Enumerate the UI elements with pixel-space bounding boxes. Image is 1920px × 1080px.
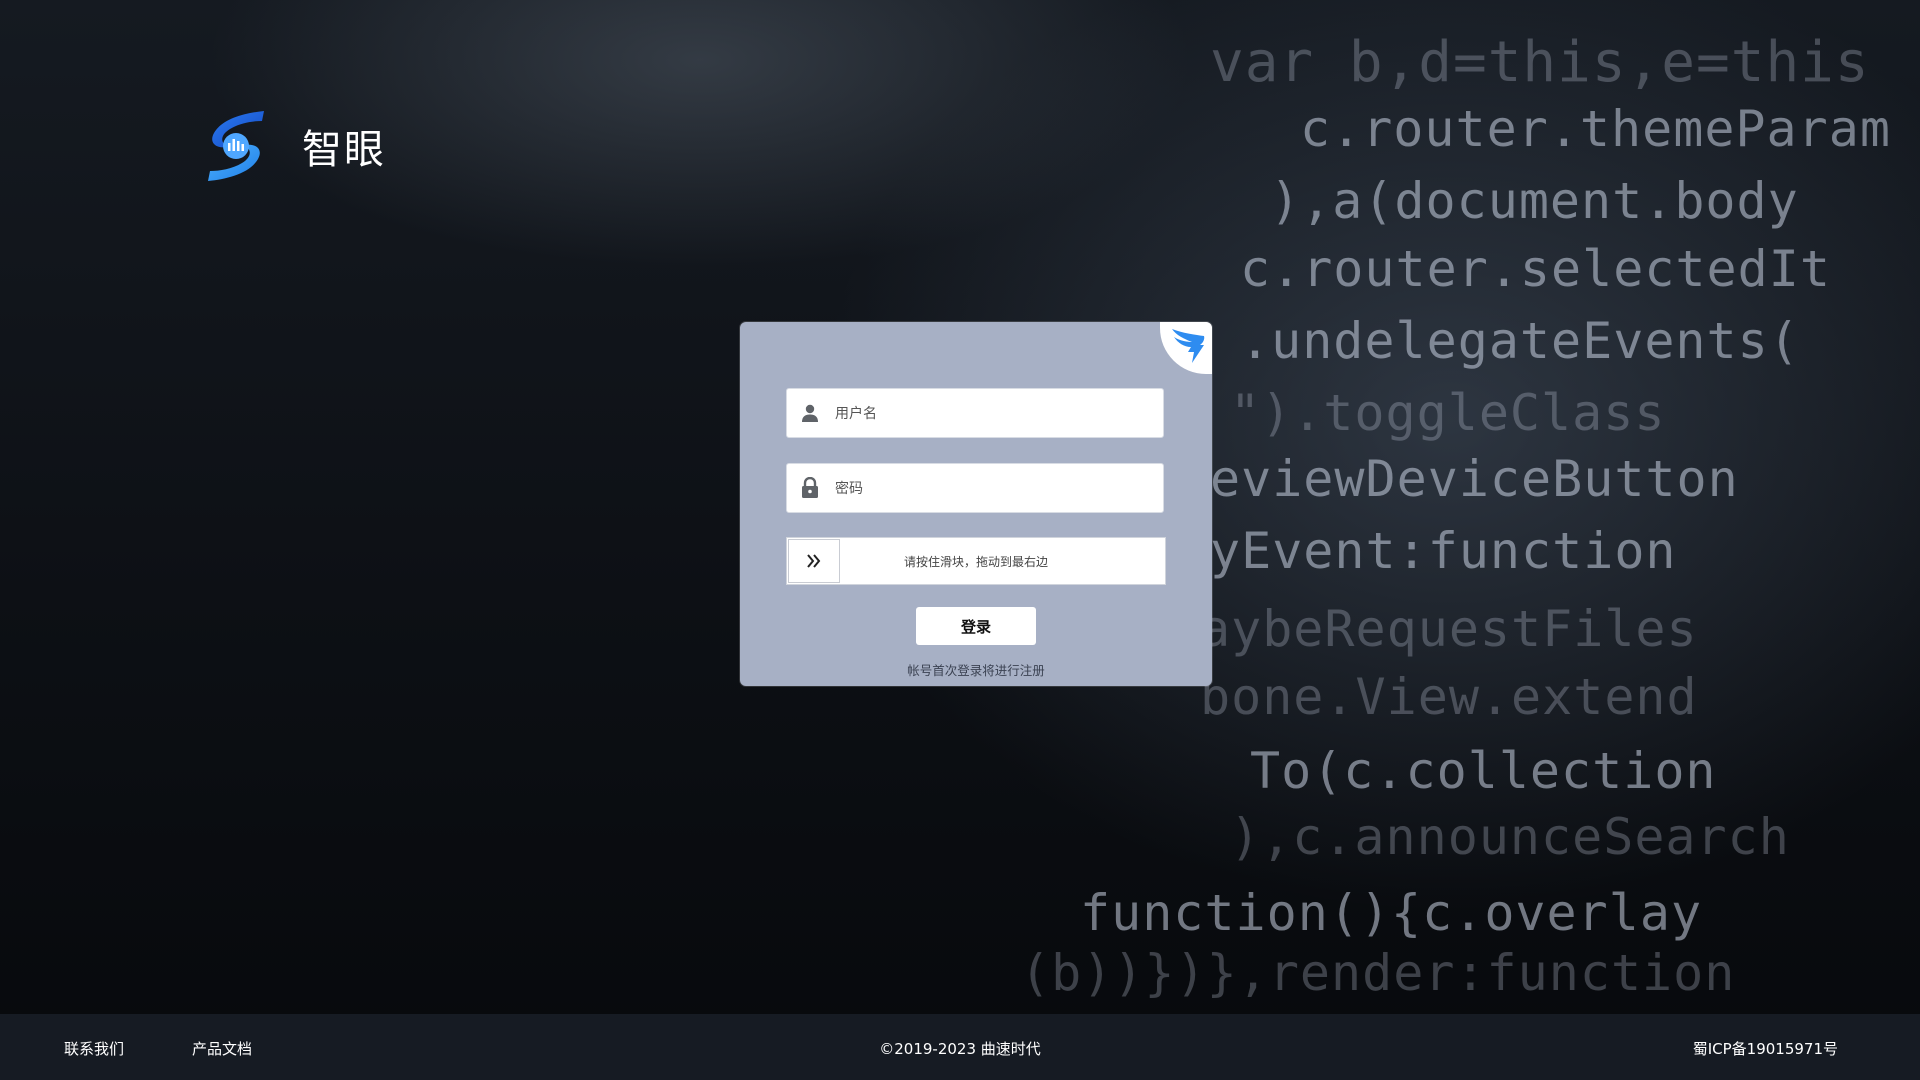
register-note: 帐号首次登录将进行注册 [907, 663, 1045, 678]
user-icon [799, 402, 821, 424]
lock-icon [799, 477, 821, 499]
username-field [786, 388, 1164, 438]
dingtalk-login-switch[interactable] [1160, 322, 1212, 374]
footer: 联系我们 产品文档 ©2019-2023 曲速时代 蜀ICP备19015971号 [0, 1014, 1920, 1080]
login-button[interactable]: 登录 [916, 607, 1036, 645]
slide-verify-handle[interactable] [788, 539, 840, 583]
slide-verify: 请按住滑块，拖动到最右边 [786, 537, 1166, 585]
password-input[interactable] [833, 463, 1163, 513]
slide-verify-text: 请按住滑块，拖动到最右边 [903, 554, 1048, 569]
dingtalk-icon [1172, 329, 1205, 363]
zhiyan-logo-icon [208, 111, 264, 181]
footer-copyright: ©2019-2023 曲速时代 [879, 1040, 1041, 1058]
brand: 智眼 [204, 108, 386, 184]
username-input[interactable] [833, 388, 1163, 438]
double-chevron-right-icon [807, 554, 821, 568]
login-card: 请按住滑块，拖动到最右边 登录 帐号首次登录将进行注册 [740, 322, 1212, 686]
password-field [786, 463, 1164, 513]
footer-icp-link[interactable]: 蜀ICP备19015971号 [1693, 1038, 1838, 1059]
brand-name: 智眼 [302, 127, 386, 173]
